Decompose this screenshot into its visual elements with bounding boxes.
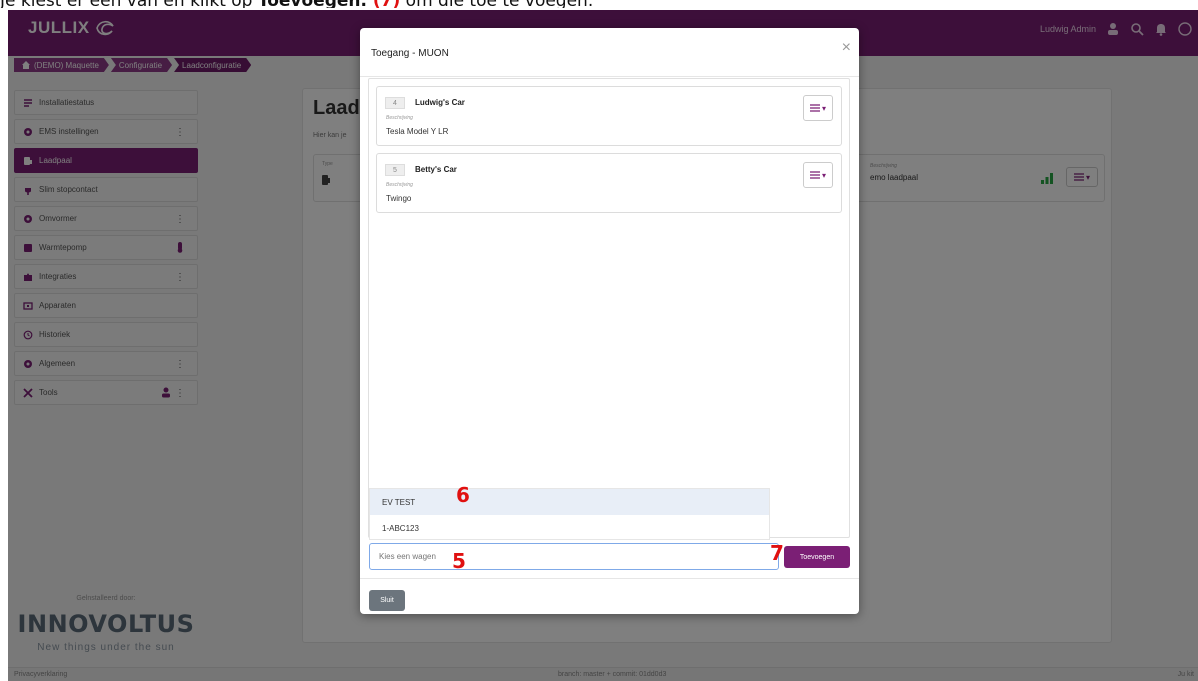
menu-icon <box>809 171 820 179</box>
annotation-marker-5: 5 <box>452 549 466 573</box>
car-description: Tesla Model Y LR <box>386 127 449 136</box>
modal-header-divider <box>360 76 859 77</box>
car-menu-button[interactable]: ▾ <box>803 162 833 188</box>
car-description-label: Beschrijving <box>386 182 413 188</box>
app-window: JULLIX Ludwig Admin (DEMO) Maquette Conf… <box>8 10 1198 681</box>
car-name: Ludwig's Car <box>415 98 465 107</box>
car-number: 4 <box>385 97 405 109</box>
menu-icon <box>809 104 820 112</box>
dropdown-option-1-abc123[interactable]: 1-ABC123 <box>370 515 769 541</box>
instruction-caption: Je kiest er een van en klikt op Toevoege… <box>0 0 1198 8</box>
close-button[interactable]: Sluit <box>369 590 405 611</box>
caption-marker: (7) <box>367 0 400 8</box>
car-list: 4 Ludwig's Car Beschrijving Tesla Model … <box>368 78 850 538</box>
caret-down-icon: ▾ <box>821 103 826 113</box>
annotation-marker-7: 7 <box>770 541 784 565</box>
modal-footer-divider <box>360 578 859 579</box>
modal-title: Toegang - MUON <box>371 48 449 59</box>
car-number: 5 <box>385 164 405 176</box>
car-description-label: Beschrijving <box>386 115 413 121</box>
caption-bold-word: Toevoegen. <box>258 0 367 8</box>
caption-text-before: Je kiest er een van en klikt op <box>0 0 258 8</box>
dropdown-option-ev-test[interactable]: EV TEST <box>370 489 769 515</box>
caption-text-after: om die toe te voegen. <box>400 0 594 8</box>
car-menu-button[interactable]: ▾ <box>803 95 833 121</box>
access-modal: Toegang - MUON × 4 Ludwig's Car Beschrij… <box>360 28 859 614</box>
car-name: Betty's Car <box>415 165 457 174</box>
car-item-ludwig: 4 Ludwig's Car Beschrijving Tesla Model … <box>376 86 842 146</box>
add-button[interactable]: Toevoegen <box>784 546 850 568</box>
caret-down-icon: ▾ <box>821 170 826 180</box>
car-description: Twingo <box>386 194 412 203</box>
close-icon[interactable]: × <box>842 40 851 56</box>
vehicle-search-input[interactable] <box>369 543 779 570</box>
annotation-marker-6: 6 <box>456 483 470 507</box>
page: Je kiest er een van en klikt op Toevoege… <box>0 0 1198 681</box>
car-item-betty: 5 Betty's Car Beschrijving Twingo ▾ <box>376 153 842 213</box>
vehicle-dropdown: EV TEST 1-ABC123 <box>369 488 770 540</box>
